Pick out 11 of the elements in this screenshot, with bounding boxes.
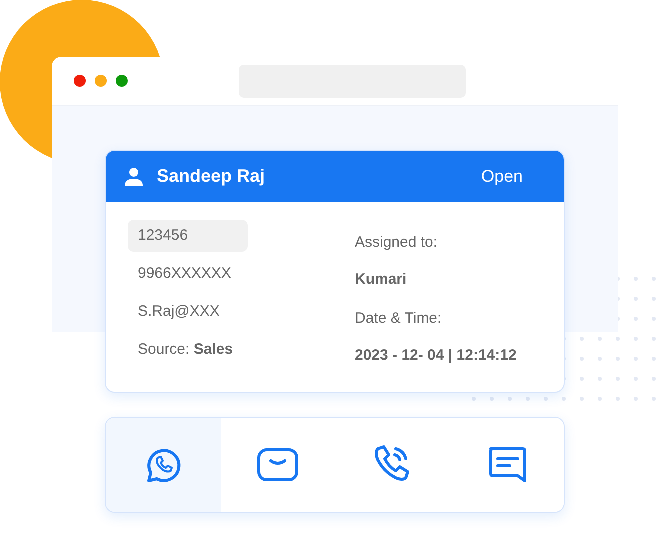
detail-label: Date & Time:: [355, 309, 443, 329]
detail-value: Kumari: [355, 270, 408, 290]
contact-name: Sandeep Raj: [157, 165, 266, 188]
status-label: Open: [481, 166, 523, 188]
contact-field: S.Raj@XXX: [128, 296, 248, 328]
contact-field: 123456: [128, 220, 248, 252]
user-icon: [124, 166, 144, 186]
detail-label: Assigned to:: [355, 233, 439, 253]
detail-value: 2023 - 12- 04 | 12:14:12: [355, 346, 517, 366]
contact-field: 9966XXXXXX: [128, 258, 248, 290]
contact-field: Source: Sales: [128, 334, 248, 366]
